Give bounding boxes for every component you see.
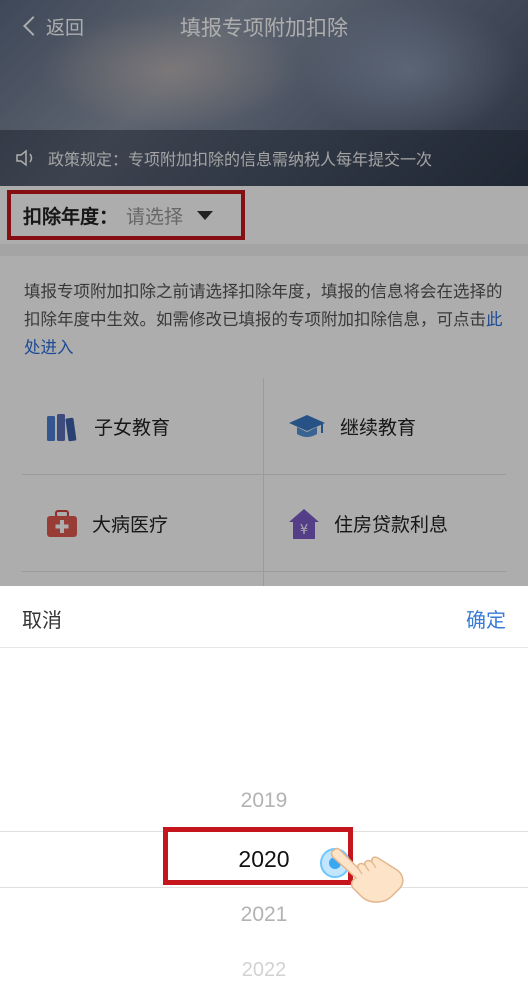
confirm-button[interactable]: 确定: [466, 604, 506, 633]
dim-overlay[interactable]: [0, 0, 528, 586]
cancel-button[interactable]: 取消: [22, 604, 62, 633]
pointing-hand-icon: [326, 844, 406, 906]
picker-option[interactable]: 2021: [0, 903, 528, 927]
picker-toolbar: 取消 确定: [0, 586, 528, 648]
picker-option[interactable]: 2019: [0, 789, 528, 813]
picker-option[interactable]: 2022: [0, 959, 528, 982]
picker-line-bottom: [0, 887, 528, 888]
year-picker-sheet: 取消 确定 2019 2020 2021 2022: [0, 586, 528, 1000]
